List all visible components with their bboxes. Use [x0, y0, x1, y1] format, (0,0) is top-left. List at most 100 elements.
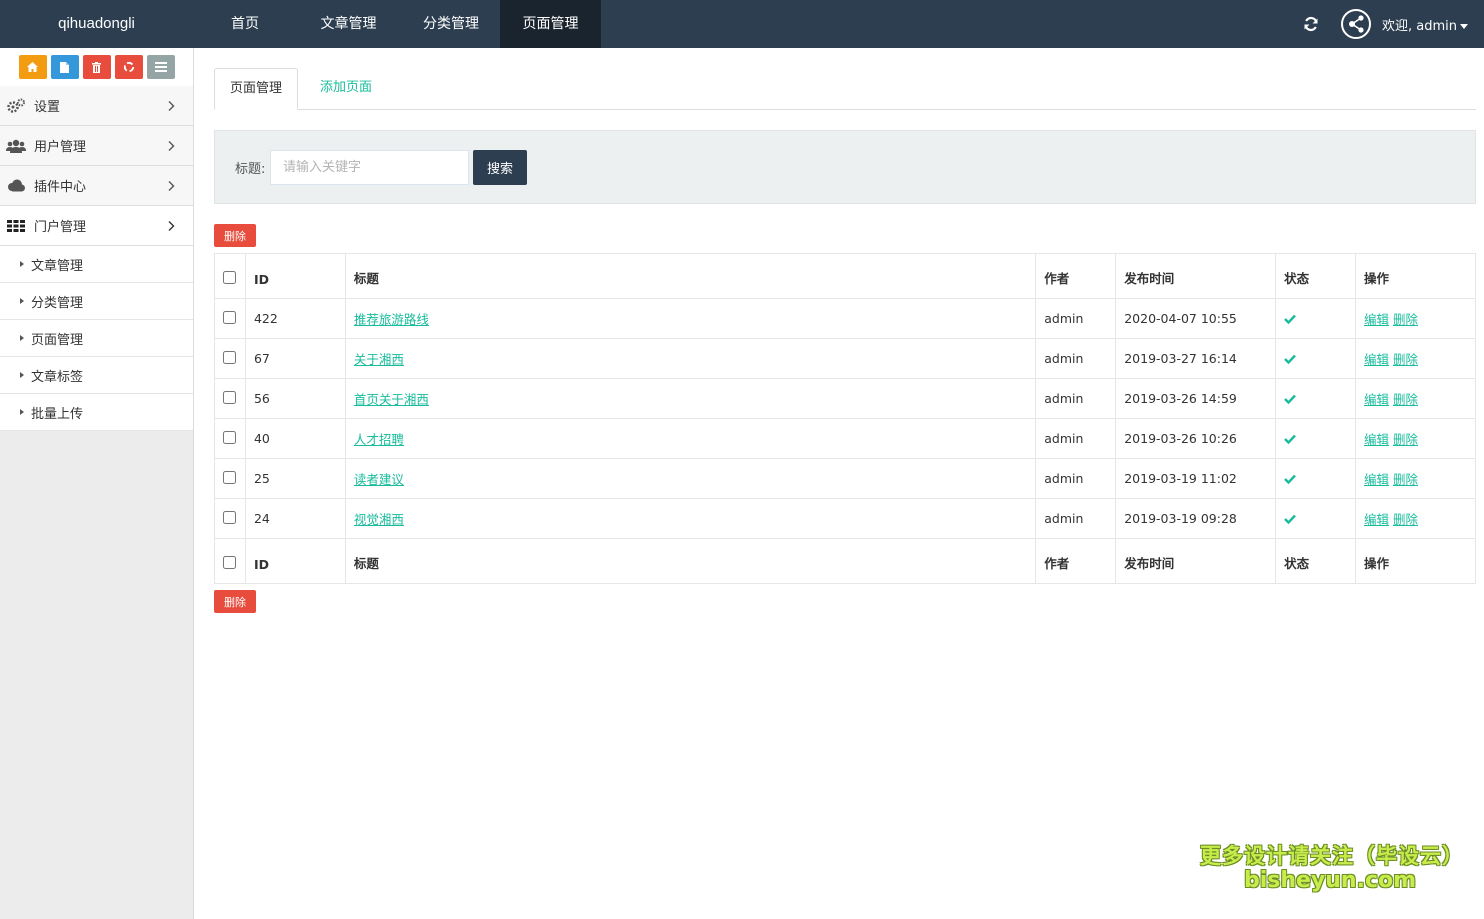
submenu-item-label: 文章管理 [31, 258, 84, 274]
cell-date: 2020-04-07 10:55 [1115, 298, 1277, 339]
welcome-text: 欢迎, admin [1382, 18, 1457, 34]
cell-author: admin [1035, 378, 1117, 419]
row-checkbox[interactable] [223, 510, 236, 524]
edit-link[interactable]: 编辑 [1364, 472, 1389, 487]
check-icon [1284, 354, 1296, 364]
table-row: 25 读者建议 admin 2019-03-19 11:02 编辑 删除 [214, 458, 1476, 499]
file-shortcut-button[interactable] [50, 55, 79, 79]
row-checkbox-cell [214, 498, 246, 539]
edit-link[interactable]: 编辑 [1364, 432, 1389, 447]
top-nav: 首页 文章管理 分类管理 页面管理 [195, 0, 601, 48]
delete-link[interactable]: 删除 [1393, 472, 1418, 487]
column-header-author: 作者 [1035, 253, 1117, 299]
shortcut-bar [0, 48, 193, 86]
delete-button-bottom[interactable]: 删除 [214, 590, 256, 613]
check-icon [1284, 314, 1296, 324]
sidebar-item-plugins[interactable]: 插件中心 [0, 166, 193, 206]
sidebar-item-settings[interactable]: 设置 [0, 86, 193, 126]
recycle-icon [123, 61, 134, 73]
nav-item-articles[interactable]: 文章管理 [295, 0, 402, 48]
search-input[interactable] [270, 150, 469, 185]
avatar[interactable] [1341, 9, 1371, 39]
row-checkbox[interactable] [223, 350, 236, 364]
home-shortcut-button[interactable] [18, 55, 47, 79]
submenu-item-tags[interactable]: 文章标签 [0, 357, 193, 394]
delete-link[interactable]: 删除 [1393, 392, 1418, 407]
sidebar: 设置 用户管理 插件中心 门户管理 文章管理 分类管理 页面管理 文章标签 批量… [0, 48, 194, 919]
sidebar-item-users[interactable]: 用户管理 [0, 126, 193, 166]
submenu-item-categories[interactable]: 分类管理 [0, 283, 193, 320]
nav-item-categories[interactable]: 分类管理 [402, 0, 500, 48]
brand-logo[interactable]: qihuadongli [0, 0, 193, 48]
cell-author: admin [1035, 418, 1117, 459]
page-title-link[interactable]: 推荐旅游路线 [354, 312, 429, 327]
trash-shortcut-button[interactable] [82, 55, 111, 79]
table-row: 24 视觉湘西 admin 2019-03-19 09:28 编辑 删除 [214, 498, 1476, 539]
cell-id: 67 [244, 338, 346, 379]
edit-link[interactable]: 编辑 [1364, 352, 1389, 367]
cell-actions: 编辑 删除 [1355, 338, 1476, 379]
tab-add-page[interactable]: 添加页面 [305, 68, 387, 110]
edit-link[interactable]: 编辑 [1364, 392, 1389, 407]
row-checkbox-cell [214, 298, 246, 339]
watermark-line2: bisheyun.com [1243, 868, 1417, 893]
cell-id: 40 [244, 418, 346, 459]
caret-right-icon [20, 298, 24, 304]
page-title-link[interactable]: 读者建议 [354, 472, 404, 487]
search-button[interactable]: 搜索 [473, 150, 527, 185]
cell-title: 人才招聘 [344, 418, 1037, 459]
delete-button-top[interactable]: 删除 [214, 224, 256, 247]
list-shortcut-button[interactable] [146, 55, 175, 79]
edit-link[interactable]: 编辑 [1364, 312, 1389, 327]
row-checkbox[interactable] [223, 430, 236, 444]
list-icon [154, 62, 167, 72]
page-title-link[interactable]: 视觉湘西 [354, 512, 404, 527]
check-icon [1284, 394, 1296, 404]
row-checkbox[interactable] [223, 470, 236, 484]
submenu-item-label: 分类管理 [31, 295, 84, 311]
cell-status [1275, 418, 1357, 459]
refresh-icon[interactable] [1303, 16, 1319, 32]
cell-title: 视觉湘西 [344, 498, 1037, 539]
page-title-link[interactable]: 关于湘西 [354, 352, 404, 367]
column-header-title: 标题 [344, 253, 1037, 299]
user-menu[interactable]: 欢迎, admin [1382, 15, 1468, 34]
page-title-link[interactable]: 首页关于湘西 [354, 392, 429, 407]
column-footer-title: 标题 [344, 538, 1037, 584]
cell-title: 读者建议 [344, 458, 1037, 499]
caret-right-icon [20, 372, 24, 378]
submenu-item-articles[interactable]: 文章管理 [0, 246, 193, 283]
delete-link[interactable]: 删除 [1393, 352, 1418, 367]
page-title-link[interactable]: 人才招聘 [354, 432, 404, 447]
cell-actions: 编辑 删除 [1355, 498, 1476, 539]
tab-page-management[interactable]: 页面管理 [214, 68, 299, 110]
recycle-shortcut-button[interactable] [114, 55, 143, 79]
submenu-item-pages[interactable]: 页面管理 [0, 320, 193, 357]
row-checkbox[interactable] [223, 390, 236, 404]
submenu-item-upload[interactable]: 批量上传 [0, 394, 193, 431]
delete-link[interactable]: 删除 [1393, 512, 1418, 527]
row-checkbox-cell [214, 378, 246, 419]
nav-item-pages[interactable]: 页面管理 [500, 0, 601, 48]
cell-author: admin [1035, 498, 1117, 539]
cell-status [1275, 338, 1357, 379]
nav-item-home[interactable]: 首页 [195, 0, 295, 48]
submenu-item-label: 页面管理 [31, 332, 84, 348]
column-header-date: 发布时间 [1115, 253, 1277, 299]
row-checkbox[interactable] [223, 310, 236, 324]
delete-link[interactable]: 删除 [1393, 432, 1418, 447]
sidebar-item-label: 设置 [34, 100, 61, 115]
edit-link[interactable]: 编辑 [1364, 512, 1389, 527]
select-all-checkbox-bottom[interactable] [223, 556, 236, 569]
delete-link[interactable]: 删除 [1393, 312, 1418, 327]
cell-id: 24 [244, 498, 346, 539]
top-navbar: qihuadongli 首页 文章管理 分类管理 页面管理 欢迎, admin [0, 0, 1484, 48]
cell-actions: 编辑 删除 [1355, 458, 1476, 499]
table-row: 40 人才招聘 admin 2019-03-26 10:26 编辑 删除 [214, 418, 1476, 459]
cell-author: admin [1035, 338, 1117, 379]
column-header-id: ID [244, 253, 346, 299]
select-all-checkbox[interactable] [223, 271, 236, 284]
sidebar-item-portal[interactable]: 门户管理 [0, 206, 193, 246]
search-label: 标题: [235, 162, 266, 177]
cell-author: admin [1035, 298, 1117, 339]
